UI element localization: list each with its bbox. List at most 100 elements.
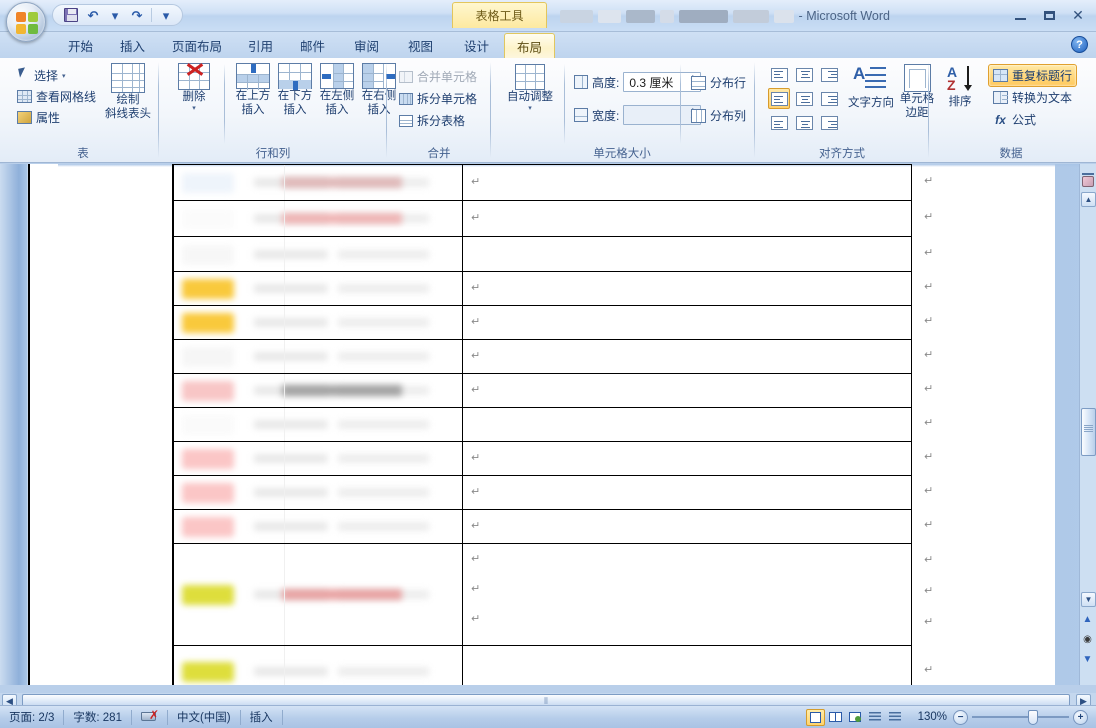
table-row[interactable]: ↵ ↵: [172, 164, 933, 200]
align-bottom-left-button[interactable]: [768, 112, 790, 133]
insert-above-button[interactable]: 在上方 插入: [232, 63, 274, 117]
table-row[interactable]: ↵ ↵: [172, 475, 933, 509]
tab-page-layout[interactable]: 页面布局: [160, 33, 234, 58]
page-indicator[interactable]: 页面: 2/3: [0, 706, 63, 728]
help-icon[interactable]: ?: [1071, 36, 1088, 53]
autofit-button[interactable]: 自动调整 ▾: [502, 64, 558, 113]
previous-page-button[interactable]: ▲: [1080, 612, 1095, 627]
table-row[interactable]: ↵ ↵: [172, 339, 933, 373]
zoom-slider-thumb[interactable]: [1028, 709, 1038, 725]
table-cell-empty[interactable]: ↵: [462, 441, 912, 475]
table-cell-empty[interactable]: ↵: [462, 305, 912, 339]
next-page-button[interactable]: ▼: [1080, 652, 1095, 667]
table-cell-empty[interactable]: ↵: [462, 164, 912, 200]
merge-cells-button[interactable]: 合并单元格: [396, 67, 480, 86]
document-area[interactable]: ↵ ↵ ↵ ↵ ↵ ↵ ↵ ↵ ↵ ↵ ↵ ↵ ↵ ↵ ↵ ↵ ↵ ↵ ↵ ↵ ↵ ↵ ↵ ↵ ↵ ↵ ↵: [0, 164, 1096, 685]
distribute-columns-button[interactable]: 分布列: [688, 106, 749, 125]
table-row[interactable]: ↵: [172, 407, 933, 441]
align-middle-right-button[interactable]: [818, 88, 840, 109]
table-row[interactable]: ↵ ↵ ↵ ↵ ↵ ↵: [172, 543, 933, 645]
print-layout-view-button[interactable]: [805, 708, 825, 726]
formula-button[interactable]: fx 公式: [990, 110, 1039, 129]
align-bottom-center-button[interactable]: [793, 112, 815, 133]
minimize-button[interactable]: [1006, 5, 1034, 25]
repeat-header-rows-button[interactable]: 重复标题行: [988, 64, 1078, 87]
tab-mailings[interactable]: 邮件: [288, 33, 337, 58]
web-layout-view-button[interactable]: [846, 709, 865, 726]
table-cell-empty[interactable]: [462, 645, 912, 685]
outline-view-button[interactable]: [866, 709, 885, 726]
draft-view-button[interactable]: [886, 709, 905, 726]
table-row[interactable]: ↵ ↵: [172, 305, 933, 339]
table-cell-content[interactable]: [172, 475, 462, 509]
zoom-out-button[interactable]: −: [953, 709, 968, 725]
office-button[interactable]: [6, 2, 46, 42]
align-middle-center-button[interactable]: [793, 88, 815, 109]
maximize-button[interactable]: [1035, 5, 1063, 25]
table-cell-empty[interactable]: ↵: [462, 475, 912, 509]
save-button[interactable]: [61, 6, 81, 24]
align-top-center-button[interactable]: [793, 64, 815, 85]
table-cell-empty[interactable]: [462, 407, 912, 441]
table-cell-empty[interactable]: ↵ ↵ ↵: [462, 543, 912, 645]
table-cell-empty[interactable]: ↵: [462, 509, 912, 543]
align-top-right-button[interactable]: [818, 64, 840, 85]
distribute-rows-button[interactable]: 分布行: [688, 73, 749, 92]
document-page[interactable]: ↵ ↵ ↵ ↵ ↵ ↵ ↵ ↵ ↵ ↵ ↵ ↵ ↵ ↵ ↵ ↵ ↵ ↵ ↵ ↵ ↵ ↵ ↵ ↵ ↵ ↵ ↵: [28, 164, 1085, 685]
select-dropdown-icon[interactable]: ▾: [62, 72, 66, 80]
language-indicator[interactable]: 中文(中国): [168, 706, 240, 728]
zoom-in-button[interactable]: +: [1073, 709, 1088, 725]
redo-button[interactable]: ↷: [127, 6, 147, 24]
table-row[interactable]: ↵ ↵: [172, 509, 933, 543]
table-cell-content[interactable]: [172, 509, 462, 543]
draw-diagonal-header-button[interactable]: 绘制 斜线表头: [100, 63, 156, 121]
insert-left-button[interactable]: 在左侧 插入: [316, 63, 358, 117]
insert-mode-indicator[interactable]: 插入: [241, 706, 282, 728]
table-cell-empty[interactable]: ↵: [462, 200, 912, 236]
word-count[interactable]: 字数: 281: [64, 706, 131, 728]
delete-dropdown-icon[interactable]: ▾: [192, 105, 196, 113]
table-row[interactable]: ↵ ↵: [172, 271, 933, 305]
undo-dropdown-icon[interactable]: ▾: [105, 6, 125, 24]
table-cell-content[interactable]: [172, 271, 462, 305]
table-cell-content[interactable]: [172, 645, 462, 685]
select-button[interactable]: 选择 ▾: [14, 66, 69, 85]
table-row[interactable]: ↵ ↵: [172, 200, 933, 236]
table-cell-content[interactable]: [172, 305, 462, 339]
tab-view[interactable]: 视图: [396, 33, 445, 58]
table-cell-content[interactable]: [172, 373, 462, 407]
table-row[interactable]: ↵: [172, 236, 933, 271]
table-row[interactable]: ↵: [172, 645, 933, 685]
full-screen-reading-view-button[interactable]: [826, 709, 845, 726]
align-bottom-right-button[interactable]: [818, 112, 840, 133]
convert-to-text-button[interactable]: 转换为文本: [990, 88, 1075, 107]
tab-insert[interactable]: 插入: [108, 33, 157, 58]
tab-references[interactable]: 引用: [236, 33, 285, 58]
table-cell-content[interactable]: [172, 441, 462, 475]
table-cell-empty[interactable]: ↵: [462, 339, 912, 373]
table-row[interactable]: ↵ ↵: [172, 373, 933, 407]
undo-button[interactable]: ↶: [83, 6, 103, 24]
properties-button[interactable]: 属性: [14, 108, 63, 127]
split-table-button[interactable]: 拆分表格: [396, 111, 468, 130]
scroll-up-button[interactable]: ▲: [1081, 192, 1096, 207]
sort-button[interactable]: A Z 排序: [938, 65, 982, 109]
select-browse-object-button[interactable]: ◉: [1080, 632, 1095, 647]
zoom-level-label[interactable]: 130%: [909, 706, 953, 728]
proofing-status-button[interactable]: ✗: [132, 706, 167, 728]
table-cell-content[interactable]: [172, 164, 462, 200]
table-cell-content[interactable]: [172, 407, 462, 441]
text-direction-button[interactable]: A 文字方向: [846, 64, 896, 110]
tab-home[interactable]: 开始: [56, 33, 105, 58]
table-row[interactable]: ↵ ↵: [172, 441, 933, 475]
close-button[interactable]: ✕: [1064, 5, 1092, 25]
align-top-left-button[interactable]: [768, 64, 790, 85]
table-cell-content[interactable]: [172, 236, 462, 271]
select-browse-object-icon[interactable]: [1080, 174, 1095, 189]
vertical-scroll-thumb[interactable]: [1081, 408, 1096, 456]
vertical-scrollbar[interactable]: ▲ ▼ ▲ ◉ ▼: [1079, 164, 1096, 685]
table-cell-empty[interactable]: ↵: [462, 271, 912, 305]
zoom-slider[interactable]: [968, 709, 1073, 726]
table-cell-empty[interactable]: [462, 236, 912, 271]
view-gridlines-button[interactable]: 查看网格线: [14, 87, 99, 106]
